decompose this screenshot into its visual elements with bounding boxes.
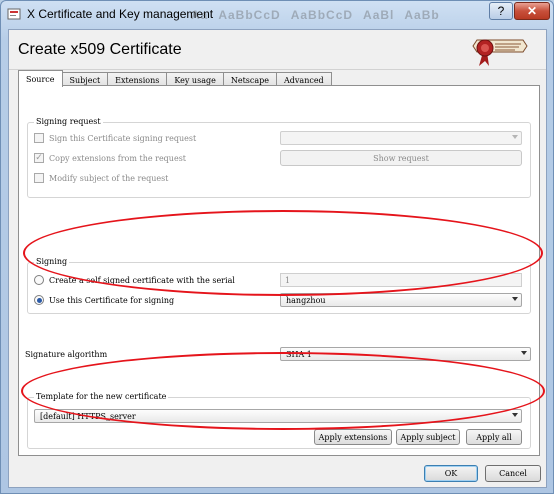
modify-subject-row: Modify subject of the request <box>34 173 168 183</box>
signing-request-group: Signing request Sign this Certificate si… <box>27 117 531 198</box>
apply-subject-button[interactable]: Apply subject <box>396 429 460 445</box>
help-button[interactable]: ? <box>489 2 513 20</box>
use-cert-label: Use this Certificate for signing <box>49 295 175 305</box>
source-tab-panel: Signing request Sign this Certificate si… <box>18 85 540 456</box>
template-group: Template for the new certificate [defaul… <box>27 392 531 449</box>
sign-csr-checkbox[interactable] <box>34 133 44 143</box>
close-button[interactable]: ✕ <box>514 2 550 20</box>
use-cert-row: Use this Certificate for signing <box>34 295 174 305</box>
sign-csr-label: Sign this Certificate signing request <box>49 133 197 143</box>
modify-subject-label: Modify subject of the request <box>49 173 169 183</box>
window-title: X Certificate and Key management <box>27 7 214 21</box>
dialog-client-area: Create x509 Certificate Source Subject E… <box>8 29 547 488</box>
use-cert-radio[interactable] <box>34 295 44 305</box>
ghost-text: AaBb <box>404 8 440 22</box>
tab-source[interactable]: Source <box>18 70 63 87</box>
copy-extensions-checkbox[interactable]: ✓ <box>34 153 44 163</box>
chevron-down-icon <box>512 297 518 301</box>
chevron-down-icon <box>521 351 527 355</box>
copy-extensions-row: ✓ Copy extensions from the request <box>34 153 186 163</box>
signing-group-title: Signing <box>34 257 70 266</box>
self-signed-row: Create a self signed certificate with th… <box>34 275 235 285</box>
tab-bar: Source Subject Extensions Key usage Nets… <box>18 70 332 87</box>
show-request-button[interactable]: Show request <box>280 150 522 166</box>
ghost-text: AaBbCcD <box>290 8 354 22</box>
help-icon: ? <box>497 4 505 18</box>
modify-subject-checkbox[interactable] <box>34 173 44 183</box>
chevron-down-icon <box>512 135 518 139</box>
self-signed-label: Create a self signed certificate with th… <box>49 275 235 285</box>
signature-algorithm-value: SHA 1 <box>286 349 312 359</box>
cancel-button[interactable]: Cancel <box>485 465 541 482</box>
ghost-text: AaBl <box>363 8 395 22</box>
signature-algorithm-select[interactable]: SHA 1 <box>280 347 531 361</box>
dialog-title: Create x509 Certificate <box>18 41 182 58</box>
apply-all-button[interactable]: Apply all <box>466 429 522 445</box>
signing-cert-value: hangzhou <box>286 295 326 305</box>
signature-algorithm-label: Signature algorithm <box>25 350 108 359</box>
signing-request-group-title: Signing request <box>34 117 103 126</box>
copy-extensions-label: Copy extensions from the request <box>49 153 187 163</box>
serial-input[interactable]: 1 <box>280 273 522 287</box>
signing-cert-select[interactable]: hangzhou <box>280 293 522 307</box>
template-group-title: Template for the new certificate <box>34 392 169 401</box>
signing-group: Signing Create a self signed certificate… <box>27 257 531 314</box>
ghost-text: AaBbCcD <box>218 8 281 22</box>
application-window: X Certificate and Key management Aa AaBb… <box>0 0 554 494</box>
sign-csr-row: Sign this Certificate signing request <box>34 133 196 143</box>
close-icon: ✕ <box>526 4 538 18</box>
checkmark-icon: ✓ <box>35 152 43 163</box>
request-select[interactable] <box>280 131 522 145</box>
ghost-text: Aa <box>191 8 209 22</box>
certificate-seal-icon <box>469 34 531 68</box>
background-ghost-text: Aa AaBbCcD AaBbCcD AaBl AaBb <box>191 5 491 25</box>
ok-button[interactable]: OK <box>424 465 478 482</box>
chevron-down-icon <box>512 413 518 417</box>
apply-extensions-button[interactable]: Apply extensions <box>314 429 392 445</box>
template-value: [default] HTTPS_server <box>40 411 136 421</box>
app-icon <box>7 7 21 21</box>
template-select[interactable]: [default] HTTPS_server <box>34 409 522 423</box>
self-signed-radio[interactable] <box>34 275 44 285</box>
